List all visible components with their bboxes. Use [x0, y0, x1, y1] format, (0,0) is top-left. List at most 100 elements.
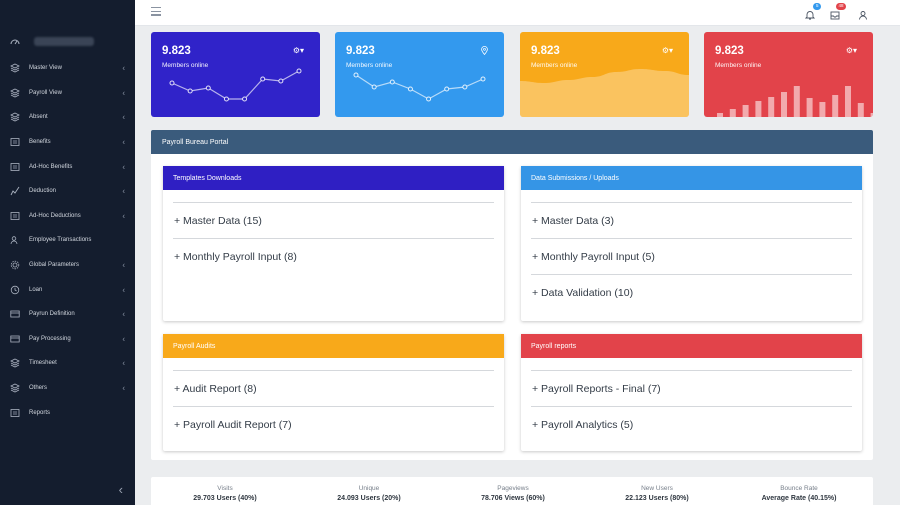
sidebar-item[interactable]: Reports	[0, 400, 135, 425]
sidebar-item-label: Global Parameters	[29, 262, 80, 269]
sparkline-bar	[832, 95, 839, 117]
sidebar-item[interactable]: Loan ‹	[0, 277, 135, 302]
card-icon	[10, 309, 20, 319]
card-icon	[10, 334, 20, 344]
sparkline-line	[171, 70, 300, 100]
list-link[interactable]: + Master Data (15)	[173, 202, 494, 238]
settings-icon	[10, 260, 20, 270]
clock-icon	[10, 285, 20, 295]
footer-stat-bounce-rate: Bounce Rate Average Rate (40.15%)	[727, 485, 871, 502]
stat-card: 9.823 Members online ⚙▾	[704, 32, 873, 117]
payroll-reports-card: Payroll reports + Payroll Reports - Fina…	[521, 334, 862, 451]
chevron-left-icon: ‹	[122, 88, 125, 98]
card-title: Data Submissions / Uploads	[521, 166, 862, 190]
sidebar-item-label: Reports	[29, 409, 51, 416]
sidebar-item[interactable]: Employee Transactions	[0, 228, 135, 253]
card-title: Payroll Audits	[163, 334, 504, 358]
list-link[interactable]: + Payroll Reports - Final (7)	[531, 370, 852, 406]
sidebar-item[interactable]: Master View ‹	[0, 56, 135, 81]
layers-icon	[10, 383, 20, 393]
card-title: Payroll reports	[521, 334, 862, 358]
sidebar-item[interactable]: Ad-Hoc Deductions ‹	[0, 204, 135, 229]
chevron-left-icon: ‹	[122, 285, 125, 295]
sidebar-item[interactable]: Benefits ‹	[0, 130, 135, 155]
stat-area-chart	[520, 69, 689, 117]
sidebar-item-label: Master View	[29, 65, 62, 72]
sidebar-item-label: Benefits	[29, 139, 51, 146]
chevron-left-icon: ‹	[122, 309, 125, 319]
sparkline-point	[371, 84, 377, 90]
stat-card: 9.823 Members online ⚙▾	[520, 32, 689, 117]
list-link[interactable]: + Payroll Audit Report (7)	[173, 406, 494, 442]
footer-stat-value: 22.123 Users (80%)	[625, 495, 689, 502]
chevron-left-icon: ‹	[122, 260, 125, 270]
stat-line-chart	[353, 72, 486, 102]
portal-title: Payroll Bureau Portal	[151, 130, 873, 154]
ledger-icon	[10, 211, 20, 221]
sidebar-item[interactable]: Timesheet ‹	[0, 351, 135, 376]
sparkline-bar	[717, 113, 723, 117]
ledger-icon	[10, 137, 20, 147]
footer-stats: Visits 29.703 Users (40%) Unique 24.093 …	[151, 477, 873, 505]
sidebar-item[interactable]: Absent ‹	[0, 105, 135, 130]
sparkline-point	[242, 96, 248, 102]
list-link[interactable]: + Monthly Payroll Input (5)	[531, 238, 852, 274]
sidebar-item[interactable]: Pay Processing ‹	[0, 327, 135, 352]
user-menu-icon[interactable]	[858, 7, 868, 20]
top-header: 5 48	[135, 0, 900, 26]
sparkline-bar	[755, 101, 762, 117]
sparkline-point	[205, 85, 211, 91]
sidebar-item[interactable]: Global Parameters ‹	[0, 253, 135, 278]
layers-icon	[10, 112, 20, 122]
list-link[interactable]: + Master Data (3)	[531, 202, 852, 238]
sparkline-point	[278, 78, 284, 84]
list-link[interactable]: + Data Validation (10)	[531, 274, 852, 310]
brand-area	[0, 0, 135, 26]
sidebar-item[interactable]: Payrun Definition ‹	[0, 302, 135, 327]
chevron-left-icon: ‹	[122, 137, 125, 147]
list-link[interactable]: + Payroll Analytics (5)	[531, 406, 852, 442]
sidebar-item-label: Loan	[29, 286, 43, 293]
menu-toggle-icon[interactable]	[151, 7, 161, 17]
list-link[interactable]: + Audit Report (8)	[173, 370, 494, 406]
ledger-icon	[10, 408, 20, 418]
chevron-left-icon: ‹	[122, 63, 125, 73]
sparkline-bar	[870, 113, 873, 117]
sidebar-item-label: Payrun Definition	[29, 311, 75, 318]
sidebar-item[interactable]: Ad-Hoc Benefits ‹	[0, 154, 135, 179]
sidebar-collapse-button[interactable]: ‹	[0, 482, 135, 497]
sparkline-point	[444, 86, 450, 92]
notifications-bell-icon[interactable]: 5	[804, 3, 821, 20]
payroll-audits-card: Payroll Audits + Audit Report (8) + Payr…	[163, 334, 504, 451]
footer-stat-title: New Users	[641, 485, 673, 492]
sparkline-point	[389, 79, 395, 85]
chevron-left-icon: ‹	[122, 334, 125, 344]
chevron-left-icon: ‹	[122, 162, 125, 172]
sidebar-item[interactable]: Payroll View ‹	[0, 81, 135, 106]
sidebar-item-label: Deduction	[29, 188, 57, 195]
sidebar-item-label: Others	[29, 385, 48, 392]
inbox-badge: 48	[835, 3, 846, 10]
footer-stat-pageviews: Pageviews 78.706 Views (60%)	[441, 485, 585, 502]
sidebar-item-label: Payroll View	[29, 89, 62, 96]
portal-panel: Payroll Bureau Portal Templates Download…	[151, 130, 873, 460]
people-icon	[10, 235, 20, 245]
sparkline-bar	[781, 92, 787, 117]
sidebar: Master View ‹ Payroll View ‹ Absent ‹ Benef…	[0, 0, 135, 505]
sidebar-item-label: Timesheet	[29, 360, 57, 367]
sidebar-item[interactable]: Deduction ‹	[0, 179, 135, 204]
sparkline-area	[520, 69, 689, 117]
chevron-left-icon: ‹	[122, 112, 125, 122]
inbox-icon[interactable]: 48	[830, 3, 846, 20]
user-profile[interactable]	[0, 26, 135, 56]
list-link[interactable]: + Monthly Payroll Input (8)	[173, 238, 494, 274]
data-submissions-card: Data Submissions / Uploads + Master Data…	[521, 166, 862, 321]
sidebar-item-label: Employee Transactions	[29, 237, 92, 244]
sparkline-point	[187, 88, 193, 94]
footer-stat-new-users: New Users 22.123 Users (80%)	[585, 485, 729, 502]
notifications-badge: 5	[813, 3, 821, 10]
sparkline-point	[296, 68, 302, 74]
sparkline-bar	[819, 102, 826, 117]
sidebar-item[interactable]: Others ‹	[0, 376, 135, 401]
chevron-left-icon: ‹	[122, 383, 125, 393]
